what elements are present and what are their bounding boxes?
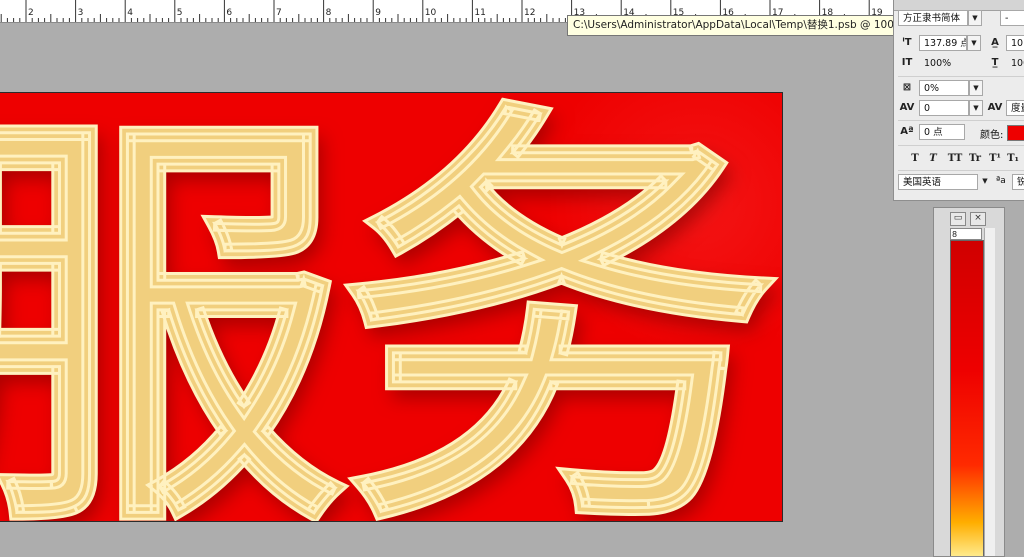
size-row: ᴵT 137.89 点 ▼ A̲ 10. [894,35,1024,55]
ruler-number: 8 [325,8,332,18]
panel-separator [898,170,1024,171]
kerning-field[interactable]: 度量 [1006,100,1024,116]
navigator-thumbnail[interactable] [950,240,984,556]
ruler-number: 5 [176,8,183,18]
navigator-panel: ▭ × 8 [933,207,1005,557]
subscript-button[interactable]: T₁ [1004,152,1022,166]
font-style-field[interactable]: - [1000,10,1024,26]
document-canvas[interactable]: 服 务 [0,92,783,522]
vertical-scale-field[interactable]: 100% [919,55,965,71]
tsume-row: ⊠ 0% ▼ [894,80,1024,100]
language-field[interactable]: 美国英语 [898,174,978,190]
scale-row: IT 100% T̲ 100 [894,55,1024,75]
language-row: 美国英语 ▼ ªa 锐 [894,174,1024,194]
horizontal-scale-icon: T̲ [991,57,999,68]
baseline-shift-icon: Aª [900,126,914,137]
font-size-field[interactable]: 137.89 点 [919,35,967,51]
faux-bold-button[interactable]: T [906,152,924,166]
font-family-row: 方正隶书简体 ▼ - [894,10,1024,30]
font-family-dropdown[interactable]: ▼ [968,10,982,26]
leading-field[interactable]: 10. [1006,35,1024,51]
ruler-number: 12 [524,8,536,18]
navigator-header: 8 [950,228,982,240]
vertical-scale-icon: IT [901,57,913,68]
ruler-number: 2 [28,8,34,18]
minimize-icon[interactable]: ▭ [950,212,966,226]
tracking-dropdown[interactable]: ▼ [969,100,983,116]
ruler-number: 4 [127,8,133,18]
ruler-number: 9 [375,8,381,18]
anti-alias-icon: ªa [996,176,1006,186]
tsume-icon: ⊠ [902,82,912,93]
text-color-swatch[interactable] [1007,125,1024,141]
faux-italic-button[interactable]: T [924,152,942,166]
superscript-button[interactable]: T¹ [986,152,1004,166]
language-dropdown[interactable]: ▼ [978,174,992,190]
text-glyph-wu[interactable]: 务 [337,101,780,521]
ruler-number: 10 [424,8,437,18]
baseline-row: Aª 0 点 颜色: [894,124,1024,144]
text-glyph-fu[interactable]: 服 [0,111,350,521]
font-size-dropdown[interactable]: ▼ [967,35,981,51]
navigator-scrollbar[interactable] [984,228,995,556]
leading-icon: A̲ [991,37,999,48]
character-panel: 方正隶书简体 ▼ - ᴵT 137.89 点 ▼ A̲ 10. IT 100% … [893,0,1024,201]
tracking-icon: AV [899,102,915,113]
tsume-dropdown[interactable]: ▼ [969,80,983,96]
baseline-shift-field[interactable]: 0 点 [919,124,965,140]
font-family-field[interactable]: 方正隶书简体 [898,10,968,26]
small-caps-button[interactable]: Tr [966,152,984,166]
panel-separator [898,76,1024,77]
panel-separator [898,145,1024,146]
tsume-field[interactable]: 0% [919,80,969,96]
ruler-number: 3 [77,8,84,18]
kerning-icon: AV [987,102,1003,113]
panel-separator [898,120,1024,121]
all-caps-button[interactable]: TT [946,152,964,166]
horizontal-scale-field[interactable]: 100 [1006,55,1024,71]
tracking-row: AV 0 ▼ AV 度量 [894,100,1024,120]
close-icon[interactable]: × [970,212,986,226]
ruler-number: 7 [276,8,282,18]
tracking-field[interactable]: 0 [919,100,969,116]
anti-alias-field[interactable]: 锐 [1012,174,1024,190]
ruler-number: 11 [474,8,486,18]
font-size-icon: ᴵT [902,37,912,48]
ruler-number: 6 [226,8,233,18]
color-label: 颜色: [980,130,1004,141]
